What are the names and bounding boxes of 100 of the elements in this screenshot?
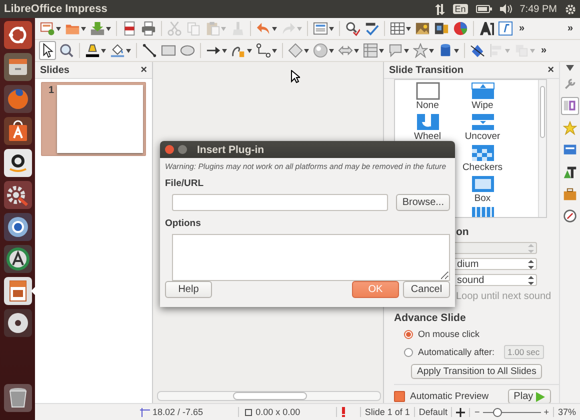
layout-icon (313, 21, 328, 36)
caret-icon[interactable] (454, 48, 459, 52)
spinner-arrows-icon[interactable] (528, 276, 534, 285)
menu-icon[interactable] (566, 65, 574, 71)
spellcheck-icon (345, 21, 360, 36)
caret-icon[interactable] (304, 48, 309, 52)
zoom-out-button[interactable]: − (474, 407, 480, 417)
radio-label[interactable]: On mouse click (418, 329, 480, 339)
transition-option[interactable]: Checkers (455, 142, 510, 173)
warning-icon (340, 407, 346, 417)
highlighter-icon (85, 43, 100, 58)
gluepoint-icon (470, 43, 485, 58)
spinner-arrows-icon[interactable] (528, 260, 534, 269)
caret-icon[interactable] (101, 48, 106, 52)
shopping-bag-icon[interactable] (4, 117, 32, 145)
section-title: Advance Slide (394, 312, 467, 324)
transition-option[interactable]: Wipe (455, 80, 510, 111)
vertical-scrollbar[interactable] (538, 80, 546, 217)
zoom-level[interactable]: 37% (554, 407, 580, 417)
dialog-button[interactable]: Cancel (403, 281, 450, 298)
caret-icon[interactable] (272, 48, 277, 52)
film-icon (434, 21, 449, 36)
battery-icon[interactable] (476, 5, 492, 13)
position-text: 18.02 / -7.65 (152, 407, 204, 417)
toolbar-button[interactable] (39, 41, 56, 60)
horizontal-scrollbar[interactable] (157, 391, 381, 401)
caret-icon[interactable] (81, 26, 86, 30)
overflow-button[interactable]: » (564, 23, 576, 34)
close-button[interactable] (165, 145, 174, 154)
slide-thumbnail[interactable]: 1 (41, 82, 146, 156)
master-name[interactable]: Default (414, 407, 452, 417)
overflow-button[interactable]: » (516, 23, 528, 34)
presentation-icon[interactable] (4, 277, 32, 305)
options-field[interactable] (172, 234, 450, 281)
update-icon[interactable] (4, 245, 32, 273)
play-button[interactable]: Play (508, 389, 552, 403)
firefox-icon[interactable] (4, 85, 32, 113)
toolbar-button[interactable] (344, 19, 361, 38)
field-label: Options (165, 218, 202, 229)
cylinder-icon (438, 43, 453, 58)
caret-icon[interactable] (329, 48, 334, 52)
transition-option[interactable]: None (400, 80, 455, 111)
transition-option[interactable]: Box (455, 173, 510, 204)
caret-icon[interactable] (272, 26, 277, 30)
toolbar-button[interactable] (478, 19, 495, 38)
ubuntu-logo-icon[interactable] (4, 21, 32, 49)
caret-icon[interactable] (404, 48, 409, 52)
table-icon (390, 21, 405, 36)
apply-to-all-button[interactable]: Apply Transition to All Slides (411, 364, 542, 379)
close-button[interactable]: × (140, 64, 147, 76)
section-title: on (456, 226, 470, 238)
slide-indicator: Slide 1 of 1 (360, 407, 415, 417)
caret-icon[interactable] (354, 48, 359, 52)
briefcase-icon (563, 187, 577, 201)
sidebar-tab[interactable] (561, 207, 579, 225)
browse-button[interactable]: Browse... (396, 194, 450, 211)
caret-icon[interactable] (406, 26, 411, 30)
zoom-in-button[interactable]: + (544, 407, 549, 417)
close-button[interactable]: × (548, 64, 554, 76)
dialog-button[interactable]: Help (165, 281, 212, 298)
paint-bucket-icon (110, 43, 125, 58)
checkbox-label[interactable]: Automatic Preview (410, 391, 489, 402)
overflow-button[interactable]: » (538, 45, 550, 56)
caret-icon[interactable] (379, 48, 384, 52)
caret-icon[interactable] (247, 48, 252, 52)
minimize-button[interactable] (178, 145, 187, 154)
align-icon (489, 43, 504, 58)
zoom-slider[interactable] (482, 408, 541, 416)
caret-icon[interactable] (106, 26, 111, 30)
star-icon (413, 43, 428, 58)
checkbox[interactable] (394, 391, 405, 402)
radio-label[interactable]: Automatically after: (418, 347, 495, 357)
master-slide-icon (563, 143, 577, 157)
file-cabinet-icon[interactable] (4, 53, 32, 81)
caret-icon[interactable] (329, 26, 334, 30)
keyboard-layout-indicator[interactable]: En (452, 4, 468, 14)
caret-icon[interactable] (56, 26, 61, 30)
caret-icon[interactable] (429, 48, 434, 52)
url-input-field[interactable] (172, 194, 388, 211)
slide-icon (40, 21, 55, 36)
tray-icon (90, 21, 105, 36)
gear-wrench-icon[interactable] (4, 181, 32, 209)
transition-option[interactable]: Wheel (400, 111, 455, 142)
radio-button[interactable] (404, 330, 413, 338)
caret-icon[interactable] (126, 48, 131, 52)
toolbar-button[interactable] (255, 41, 278, 60)
clock[interactable]: 7:49 PM (520, 4, 557, 14)
caret-icon[interactable] (222, 48, 227, 52)
box-transition-icon (470, 175, 494, 193)
wrench-icon (563, 77, 577, 91)
radio-button[interactable] (404, 348, 413, 356)
undo-icon (256, 21, 271, 36)
chromium-icon[interactable] (4, 213, 32, 241)
volume-icon[interactable] (500, 4, 512, 14)
transition-option[interactable]: Uncover (455, 111, 510, 142)
network-arrows-icon[interactable] (434, 4, 445, 14)
settings-icon[interactable] (565, 4, 576, 14)
trash-icon[interactable] (4, 384, 32, 412)
toolbar-button[interactable] (141, 41, 158, 60)
image-icon (415, 21, 430, 36)
